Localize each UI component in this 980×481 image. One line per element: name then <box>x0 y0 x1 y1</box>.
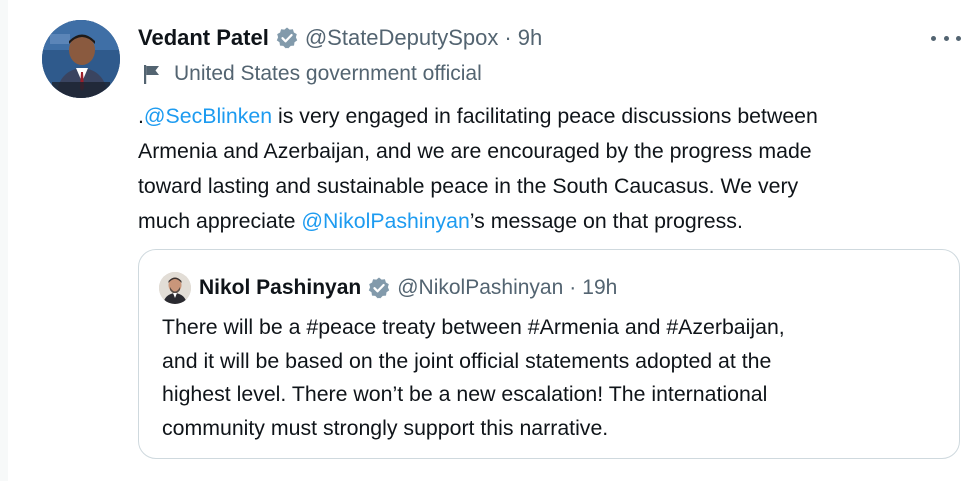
tweet-card[interactable]: Vedant Patel @StateDeputySpox · 9h Unite… <box>0 0 980 481</box>
government-flag-icon <box>142 63 162 85</box>
quoted-author-avatar-image <box>159 272 191 304</box>
quoted-text-line: and it will be based on the joint offici… <box>162 348 772 373</box>
quoted-text-line: There will be a #peace treaty between #A… <box>162 315 785 339</box>
verified-badge-icon <box>367 276 391 300</box>
text-segment: much appreciate <box>138 209 302 233</box>
mention-nikolpashinyan[interactable]: @NikolPashinyan <box>301 209 469 233</box>
quoted-text-line: community must strongly support this nar… <box>162 415 609 440</box>
quoted-author-avatar[interactable] <box>159 272 191 304</box>
more-dot <box>931 35 936 41</box>
tweet-text: .@SecBlinken is very engaged in facilita… <box>138 99 943 239</box>
author-avatar-image <box>42 20 120 98</box>
quoted-text-line: highest level. There won’t be a new esca… <box>162 382 768 406</box>
quoted-tweet-text: There will be a #peace treaty between #A… <box>162 311 942 445</box>
tweet-text-line: toward lasting and sustainable peace in … <box>138 174 799 198</box>
author-avatar[interactable] <box>42 20 120 98</box>
quoted-author-name[interactable]: Nikol Pashinyan <box>199 276 361 300</box>
header-separator: · <box>504 25 512 50</box>
quoted-tweet-timestamp[interactable]: 19h <box>582 276 617 300</box>
government-label-text: United States government official <box>174 62 482 85</box>
author-name[interactable]: Vedant Patel <box>138 25 269 51</box>
quoted-tweet[interactable]: Nikol Pashinyan @NikolPashinyan · 19h Th… <box>138 249 960 459</box>
quoted-tweet-header: Nikol Pashinyan @NikolPashinyan · 19h <box>199 272 617 304</box>
text-segment: is very engaged in facilitating peace di… <box>272 104 818 128</box>
author-handle[interactable]: @StateDeputySpox <box>305 25 499 51</box>
verified-badge-icon <box>275 26 299 50</box>
more-options-icon[interactable] <box>931 28 961 48</box>
tweet-text-line: .@SecBlinken is very engaged in facilita… <box>138 99 943 134</box>
more-dot <box>943 35 949 41</box>
tweet-header: Vedant Patel @StateDeputySpox · 9h <box>138 22 542 54</box>
tweet-text-line: much appreciate @NikolPashinyan’s messag… <box>138 204 943 239</box>
more-dot <box>956 35 961 41</box>
text-segment: ’s message on that progress. <box>469 209 743 233</box>
mention-secblinken[interactable]: @SecBlinken <box>144 104 272 128</box>
quoted-author-handle[interactable]: @NikolPashinyan <box>397 276 563 300</box>
government-label[interactable]: United States government official <box>142 62 482 86</box>
tweet-text-line: Armenia and Azerbaijan, and we are encou… <box>138 139 812 163</box>
header-separator: · <box>569 276 577 299</box>
tweet-timestamp[interactable]: 9h <box>518 25 542 51</box>
